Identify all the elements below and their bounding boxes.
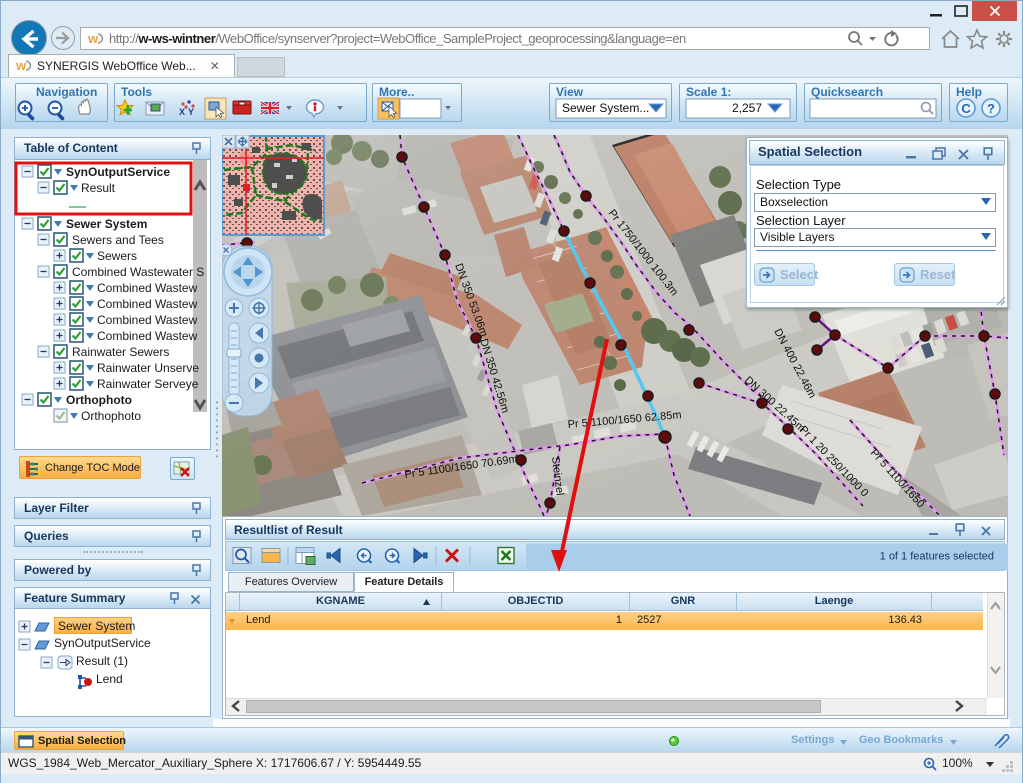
svg-text:C: C [961,101,971,116]
svg-text:w: w [88,31,99,46]
svg-text:1 of 1 features selected: 1 of 1 features selected [880,551,994,563]
svg-text:Sewer System...: Sewer System... [562,101,649,115]
svg-text:?: ? [987,101,995,116]
svg-text:Y: Y [188,107,194,117]
svg-text:2,257: 2,257 [732,101,762,115]
svg-text:X: X [179,107,185,117]
svg-text:w: w [16,58,27,73]
